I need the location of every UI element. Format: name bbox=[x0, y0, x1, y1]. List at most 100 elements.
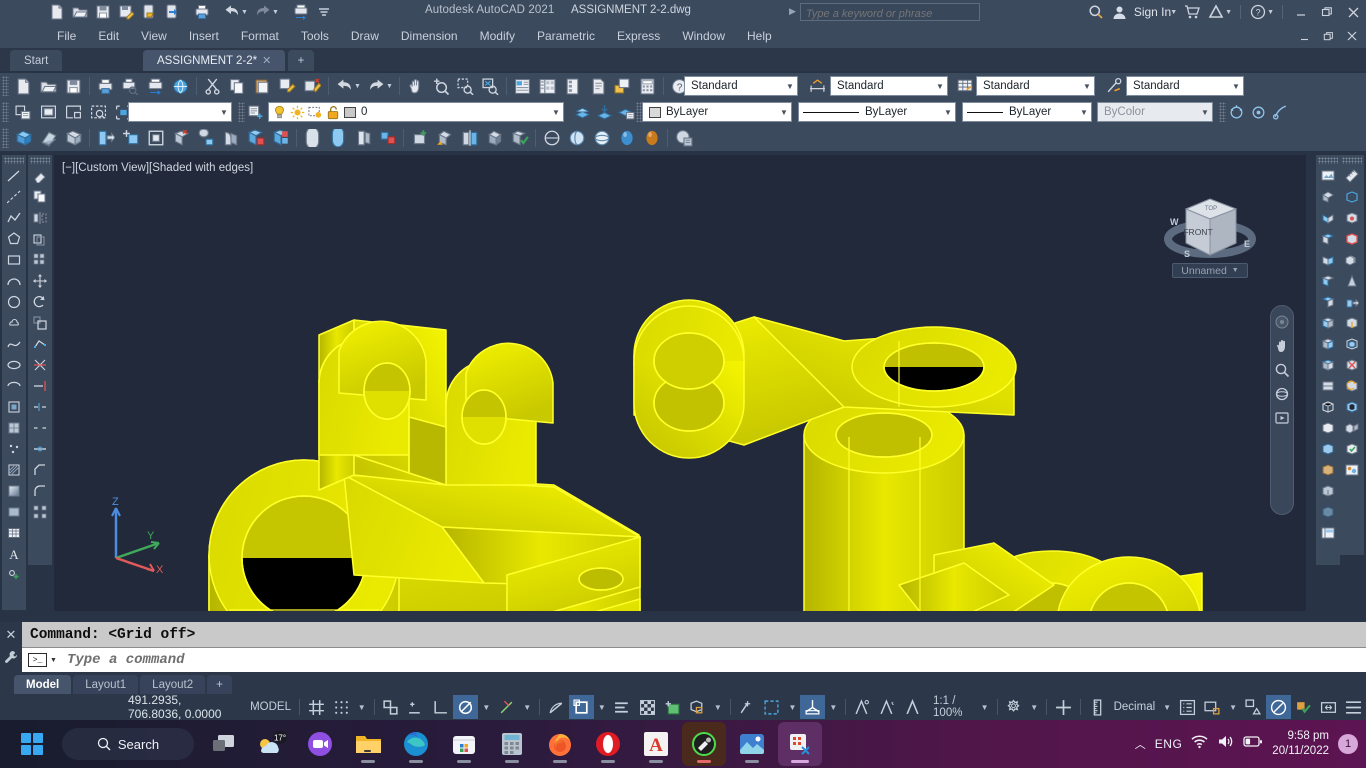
menu-file[interactable]: File bbox=[46, 27, 87, 45]
layer-vp-freeze-icon[interactable] bbox=[308, 105, 323, 120]
layer-unlock-icon[interactable] bbox=[326, 105, 340, 120]
extract-edges-icon[interactable] bbox=[1341, 186, 1363, 207]
object-snap-toggle[interactable] bbox=[428, 695, 453, 719]
title-dropdown-icon[interactable]: ▶ bbox=[789, 6, 796, 17]
undo-icon[interactable] bbox=[332, 74, 357, 98]
spline-icon[interactable] bbox=[3, 333, 25, 354]
sweep-icon[interactable] bbox=[143, 126, 168, 150]
visual-styles-manager-icon[interactable] bbox=[1317, 522, 1339, 543]
gizmo-move-toggle[interactable] bbox=[734, 695, 759, 719]
command-input-placeholder[interactable]: Type a command bbox=[67, 652, 185, 668]
orbit-icon[interactable] bbox=[1272, 383, 1292, 404]
hidden-icon[interactable] bbox=[1317, 417, 1339, 438]
grid-display-toggle[interactable] bbox=[304, 695, 329, 719]
isolate-objects-icon[interactable] bbox=[1241, 695, 1266, 719]
slice-icon[interactable] bbox=[300, 126, 325, 150]
annotation-scale-icon[interactable] bbox=[850, 695, 875, 719]
layer-color-swatch[interactable] bbox=[344, 106, 361, 118]
rotate-icon[interactable] bbox=[29, 291, 51, 312]
erase-icon[interactable] bbox=[29, 165, 51, 186]
layer-on-icon[interactable] bbox=[272, 105, 287, 120]
point-icon[interactable] bbox=[3, 438, 25, 459]
undo-icon[interactable] bbox=[221, 1, 243, 23]
coordinates-display[interactable]: 491.2935, 706.8036, 0.0000 bbox=[118, 693, 246, 721]
redo-icon[interactable] bbox=[364, 74, 389, 98]
search-icon[interactable] bbox=[1084, 0, 1108, 24]
notification-badge[interactable]: 1 bbox=[1338, 734, 1358, 754]
2d-wireframe-icon[interactable] bbox=[1317, 396, 1339, 417]
minimize-button[interactable] bbox=[1288, 0, 1314, 24]
save-as-icon[interactable] bbox=[115, 1, 137, 23]
right-view-icon[interactable] bbox=[1317, 249, 1339, 270]
revolve-icon[interactable] bbox=[168, 126, 193, 150]
layer-filter-combo[interactable]: ▼ bbox=[128, 102, 232, 122]
chamfer-icon[interactable] bbox=[29, 459, 51, 480]
menu-parametric[interactable]: Parametric bbox=[526, 27, 606, 45]
layer-freeze-icon[interactable] bbox=[86, 100, 111, 124]
fillet-icon[interactable] bbox=[29, 480, 51, 501]
close-button[interactable] bbox=[1340, 0, 1366, 24]
save-to-web-icon[interactable] bbox=[161, 1, 183, 23]
loft-icon[interactable] bbox=[193, 126, 218, 150]
join-icon[interactable] bbox=[29, 438, 51, 459]
doc-minimize-button[interactable] bbox=[1292, 24, 1316, 48]
paste-icon[interactable] bbox=[250, 74, 275, 98]
tab-assignment[interactable]: ASSIGNMENT 2-2* ✕ bbox=[143, 50, 286, 71]
line-icon[interactable] bbox=[3, 165, 25, 186]
osnap-dropdown-icon[interactable]: ▼ bbox=[478, 703, 494, 712]
linetype-control-combo[interactable]: ByLayer ▼ bbox=[798, 102, 956, 122]
layer-isolate-icon[interactable] bbox=[36, 100, 61, 124]
check-solid-icon[interactable] bbox=[507, 126, 532, 150]
annotation-monitor-icon[interactable] bbox=[900, 695, 925, 719]
zoom-realtime-icon[interactable] bbox=[428, 74, 453, 98]
autocad-app[interactable]: A bbox=[634, 722, 678, 766]
toolbar-grip[interactable] bbox=[2, 76, 9, 96]
tab-layout1[interactable]: Layout1 bbox=[73, 675, 139, 694]
toolbar-grip[interactable] bbox=[2, 102, 9, 122]
close-icon[interactable]: ✕ bbox=[262, 54, 271, 67]
firefox-app[interactable] bbox=[538, 722, 582, 766]
polar-tracking-toggle[interactable] bbox=[403, 695, 428, 719]
polyline-icon[interactable] bbox=[3, 207, 25, 228]
tab-start[interactable]: Start bbox=[10, 50, 63, 71]
copy-icon[interactable] bbox=[225, 74, 250, 98]
task-view-button[interactable] bbox=[202, 722, 246, 766]
workspace-dropdown-icon[interactable]: ▼ bbox=[1026, 703, 1042, 712]
shaded-icon[interactable] bbox=[1317, 480, 1339, 501]
dimension-style-combo[interactable]: Standard ▼ bbox=[830, 76, 948, 96]
sheet-set-icon[interactable] bbox=[585, 74, 610, 98]
subtract-icon[interactable] bbox=[268, 126, 293, 150]
section-plane-icon[interactable] bbox=[325, 126, 350, 150]
battery-icon[interactable] bbox=[1243, 735, 1263, 753]
thicken-icon[interactable] bbox=[350, 126, 375, 150]
measure-icon[interactable] bbox=[1341, 165, 1363, 186]
cart-icon[interactable] bbox=[1180, 0, 1204, 24]
search-input[interactable] bbox=[801, 6, 979, 22]
units-icon[interactable] bbox=[1085, 695, 1110, 719]
wifi-icon[interactable] bbox=[1191, 734, 1208, 754]
shell-icon[interactable] bbox=[1341, 396, 1363, 417]
sign-in-dropdown-icon[interactable]: ▼ bbox=[1170, 9, 1177, 16]
extend-icon[interactable] bbox=[29, 375, 51, 396]
photos-app[interactable] bbox=[730, 722, 774, 766]
region-icon[interactable] bbox=[3, 501, 25, 522]
chevron-down-icon[interactable]: ▼ bbox=[1077, 108, 1091, 117]
clock[interactable]: 9:58 pm 20/11/2022 bbox=[1272, 729, 1329, 759]
3d-object-snap-toggle[interactable] bbox=[660, 695, 685, 719]
customize-icon[interactable] bbox=[1, 646, 21, 668]
dynamic-input-toggle[interactable] bbox=[544, 695, 569, 719]
new-file-icon[interactable] bbox=[11, 74, 36, 98]
open-from-web-icon[interactable] bbox=[138, 1, 160, 23]
menu-help[interactable]: Help bbox=[736, 27, 783, 45]
chevron-down-icon[interactable]: ▼ bbox=[1198, 108, 1212, 117]
cut-icon[interactable] bbox=[200, 74, 225, 98]
add-selected-icon[interactable] bbox=[3, 564, 25, 585]
mirror-icon[interactable] bbox=[29, 207, 51, 228]
markup-set-icon[interactable] bbox=[610, 74, 635, 98]
hardware-acceleration-toggle[interactable] bbox=[1266, 695, 1291, 719]
model-space-button[interactable]: MODEL bbox=[246, 695, 295, 719]
se-isometric-icon[interactable] bbox=[1317, 333, 1339, 354]
insert-block-icon[interactable] bbox=[3, 396, 25, 417]
customize-qat-icon[interactable] bbox=[313, 1, 335, 23]
autodesk-dropdown-icon[interactable]: ▼ bbox=[1225, 9, 1232, 16]
